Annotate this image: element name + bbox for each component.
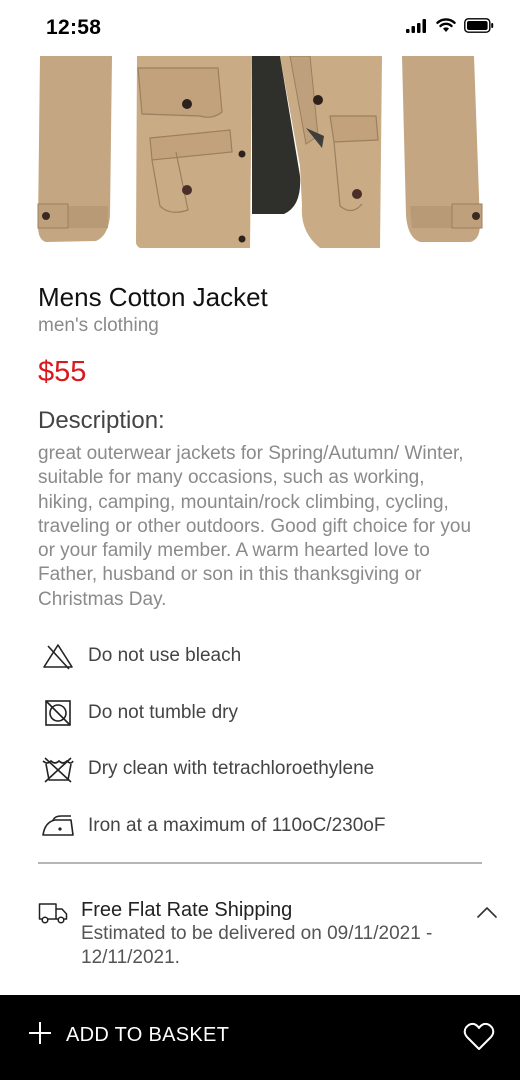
divider	[38, 862, 482, 864]
dry-clean-icon	[40, 751, 76, 787]
no-bleach-icon	[40, 638, 76, 674]
care-item: Dry clean with tetrachloroethylene	[38, 741, 484, 798]
description-heading: Description:	[38, 407, 165, 434]
chevron-up-icon[interactable]	[476, 905, 498, 923]
signal-icon	[406, 18, 426, 33]
wifi-icon	[436, 18, 456, 32]
no-tumble-dry-icon	[40, 695, 76, 731]
care-label: Iron at a maximum of 110oC/230oF	[88, 814, 386, 836]
bottom-action-bar: ADD TO BASKET	[0, 995, 520, 1080]
care-label: Dry clean with tetrachloroethylene	[88, 758, 375, 780]
care-label: Do not tumble dry	[88, 701, 238, 723]
shipping-title: Free Flat Rate Shipping	[81, 899, 293, 921]
product-title: Mens Cotton Jacket	[38, 282, 268, 312]
iron-icon	[40, 808, 76, 844]
add-to-basket-label: ADD TO BASKET	[66, 1024, 230, 1046]
add-to-basket-button[interactable]: ADD TO BASKET	[28, 1021, 229, 1050]
status-icons	[406, 18, 494, 33]
battery-icon	[464, 18, 494, 33]
status-bar: 12:58	[0, 0, 520, 56]
heart-icon[interactable]	[463, 1022, 495, 1057]
care-item: Iron at a maximum of 110oC/230oF	[38, 798, 484, 855]
shipping-detail: Estimated to be delivered on 09/11/2021 …	[81, 923, 433, 968]
description-text: great outerwear jackets for Spring/Autum…	[38, 443, 472, 610]
status-time: 12:58	[46, 16, 102, 39]
plus-icon	[28, 1021, 52, 1050]
care-instructions: Do not use bleach Do not tumble dry Dry …	[38, 628, 484, 854]
jacket-illustration	[37, 56, 483, 248]
care-item: Do not use bleach	[38, 628, 484, 685]
product-category: men's clothing	[38, 315, 159, 336]
product-price: $55	[38, 356, 87, 388]
truck-icon	[38, 901, 68, 930]
jacket-image	[0, 56, 520, 256]
care-label: Do not use bleach	[88, 645, 242, 667]
care-item: Do not tumble dry	[38, 685, 484, 742]
product-info: Mens Cotton Jacket men's clothing $55 De…	[38, 280, 484, 612]
